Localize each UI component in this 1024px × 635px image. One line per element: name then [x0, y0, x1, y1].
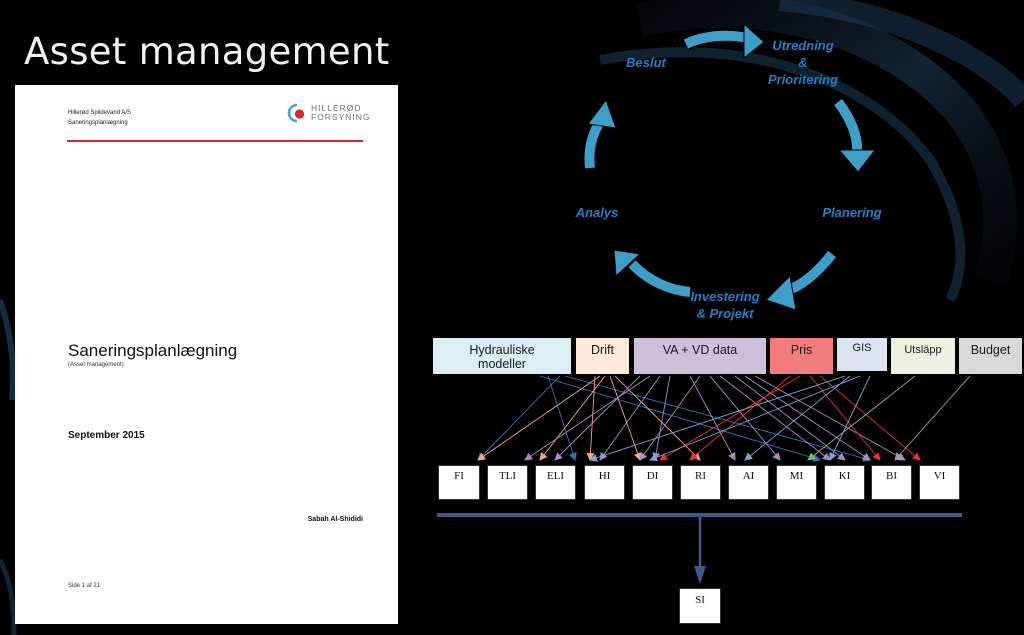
connection-line: [547, 375, 577, 461]
connection-line: [477, 375, 601, 461]
source-budget: Budget: [959, 338, 1022, 374]
cycle-stage-beslut: Beslut: [626, 55, 666, 70]
result-si: SI: [679, 588, 721, 624]
connection-line: [744, 375, 851, 461]
index-hi: HI: [584, 465, 625, 500]
connection-line: [894, 375, 971, 461]
source-hydrauliske-modeller: Hydrauliske modeller: [433, 338, 571, 374]
cycle-arrow-analys-to-beslut: [582, 98, 617, 169]
connection-line: [524, 375, 651, 461]
connection-line: [586, 375, 596, 461]
connection-line: [639, 375, 701, 461]
process-diagram: [437, 22, 971, 584]
index-eli: ELI: [535, 465, 576, 500]
source-drift: Drift: [576, 338, 629, 374]
index-fi: FI: [438, 465, 480, 500]
connection-line: [477, 375, 561, 461]
cycle-arrow-beslut-to-utredning: [682, 22, 765, 60]
source-va-vd-data: VA + VD data: [634, 338, 766, 374]
index-ri: RI: [680, 465, 721, 500]
cycle-arrow-investering-to-analys: [613, 249, 691, 299]
source-gis: GIS: [837, 338, 887, 371]
index-ki: KI: [824, 465, 865, 500]
cycle-arrow-utredning-to-planering: [832, 97, 877, 173]
connection-line: [709, 375, 781, 461]
cycle-stage-planering: Planering: [822, 205, 882, 220]
index-di: DI: [632, 465, 673, 500]
index-ai: AI: [728, 465, 769, 500]
result-arrow-head: [694, 566, 706, 584]
cycle-stage-investering: Investering & Projekt: [690, 289, 760, 321]
connection-line: [807, 375, 916, 461]
cycle-stage-utredning: Utredning & Prioritering: [767, 38, 839, 87]
connection-line: [689, 375, 736, 461]
source-to-index-connections: [477, 375, 971, 462]
index-bi: BI: [871, 465, 912, 500]
index-mi: MI: [776, 465, 817, 500]
connection-line: [829, 375, 871, 461]
index-tli: TLI: [487, 465, 528, 500]
connection-line: [539, 375, 606, 461]
connection-line: [599, 375, 661, 461]
cycle-stage-analys: Analys: [575, 205, 619, 220]
source-utslapp: Utsläpp: [891, 338, 955, 374]
index-vi: VI: [919, 465, 960, 500]
connection-line: [609, 375, 642, 461]
source-pris: Pris: [770, 338, 833, 374]
cycle-arrow-planering-to-investering: [765, 249, 838, 311]
